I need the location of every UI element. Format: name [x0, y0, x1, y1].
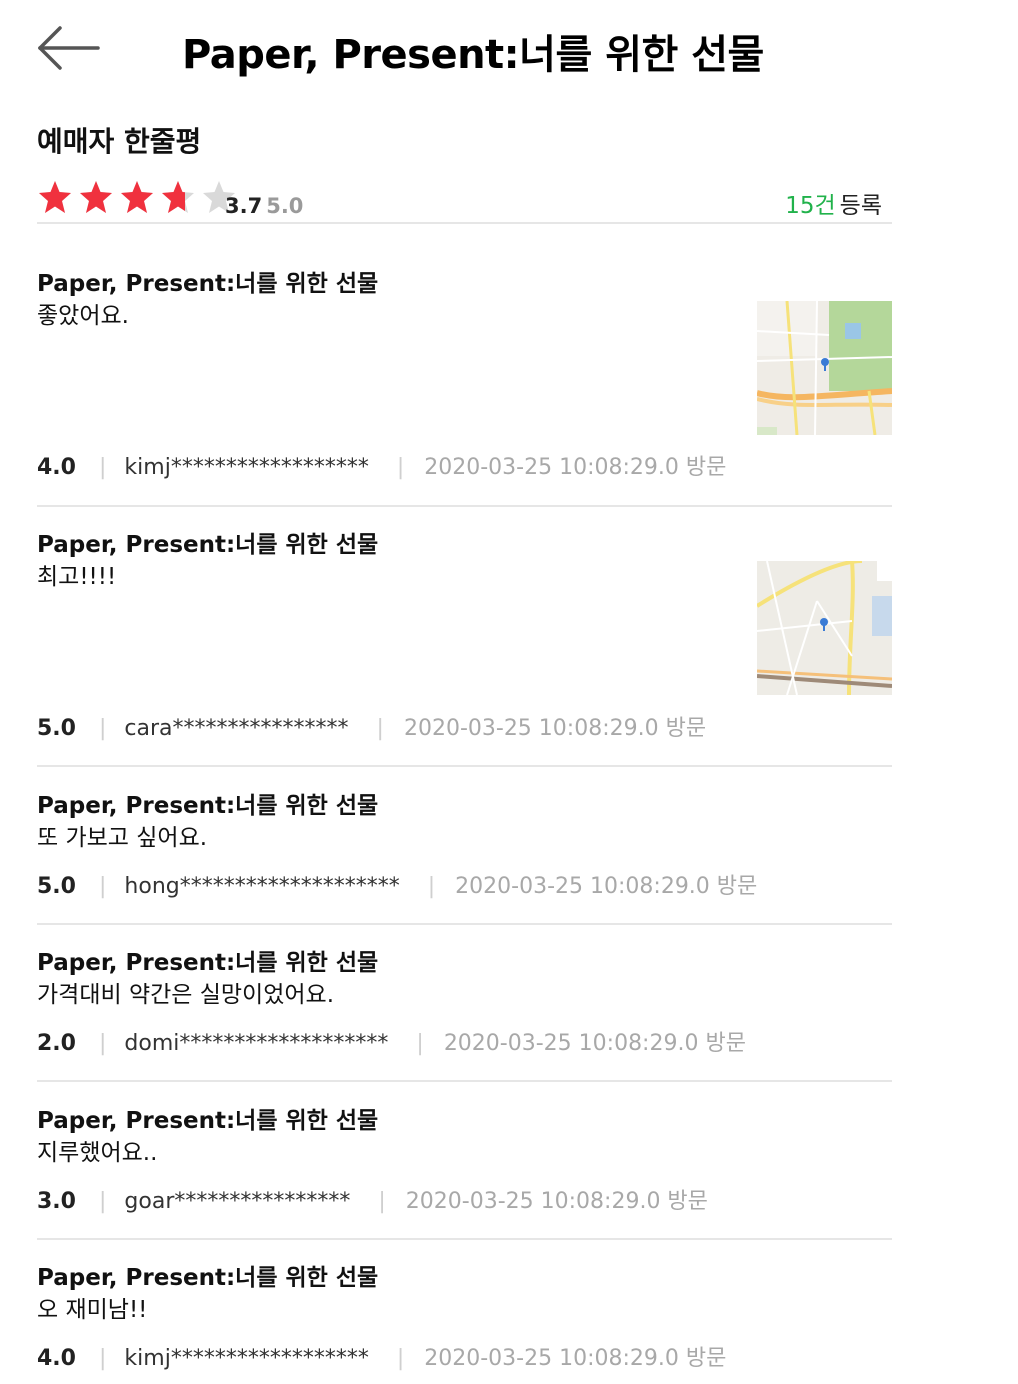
review-title: Paper, Present:너를 위한 선물: [37, 271, 379, 297]
review-user: kimj******************: [124, 455, 369, 480]
star-icon: [80, 181, 113, 213]
separator: |: [99, 1189, 107, 1214]
review-rating: 4.0: [37, 455, 76, 480]
separator: |: [99, 1031, 107, 1056]
review-user: goar****************: [124, 1189, 351, 1214]
review-title: Paper, Present:너를 위한 선물: [37, 1108, 379, 1134]
review-rating: 4.0: [37, 1346, 76, 1371]
separator: |: [376, 716, 384, 741]
separator: |: [99, 1346, 107, 1371]
review-body: 또 가보고 싶어요.: [37, 825, 208, 851]
section-title: 예매자 한줄평: [37, 125, 202, 158]
review-date: 2020-03-25 10:08:29.0 방문: [443, 1031, 746, 1056]
review-meta: 4.0 | kimj****************** | 2020-03-25 10…: [37, 1344, 726, 1374]
review-item[interactable]: Paper, Present:너를 위한 선물 좋았어요. 4.0 | kimj**…: [37, 268, 892, 488]
review-user: domi*******************: [124, 1031, 389, 1056]
review-item[interactable]: Paper, Present:너를 위한 선물 또 가보고 싶어요. 5.0 | h…: [37, 790, 892, 910]
separator: |: [427, 874, 436, 899]
review-date: 2020-03-25 10:08:29.0 방문: [424, 1346, 727, 1371]
review-date: 2020-03-25 10:08:29.0 방문: [424, 455, 727, 480]
page-title: Paper, Present:너를 위한 선물: [182, 32, 764, 78]
separator: |: [99, 716, 107, 741]
review-title: Paper, Present:너를 위한 선물: [37, 532, 379, 558]
review-date: 2020-03-25 10:08:29.0 방문: [455, 874, 758, 899]
review-user: hong********************: [124, 874, 400, 899]
separator: |: [99, 455, 107, 480]
map-thumbnail[interactable]: [757, 301, 892, 435]
review-user: kimj******************: [124, 1346, 369, 1371]
review-title: Paper, Present:너를 위한 선물: [37, 1265, 379, 1291]
review-date: 2020-03-25 10:08:29.0 방문: [405, 1189, 708, 1214]
review-meta: 4.0 | kimj****************** | 2020-03-25 10…: [37, 453, 726, 483]
divider: [37, 1080, 892, 1082]
star-icon: [39, 181, 71, 213]
star-icon: [121, 181, 154, 213]
review-count-number: 15건: [785, 193, 836, 219]
review-count-label: 등록: [839, 193, 882, 219]
review-body: 가격대비 약간은 실망이었어요.: [37, 982, 335, 1008]
star-half-icon: [162, 181, 195, 213]
score-value: 3.7: [225, 194, 263, 218]
max-score: 5.0: [266, 194, 304, 218]
review-meta: 3.0 | goar**************** | 2020-03-25 10:0…: [37, 1187, 708, 1217]
divider: [37, 222, 892, 224]
review-item[interactable]: Paper, Present:너를 위한 선물 최고!!!! 5.0 | cara*…: [37, 529, 892, 749]
review-user: cara****************: [124, 716, 349, 741]
star-rating: [37, 178, 237, 218]
separator: |: [416, 1031, 424, 1056]
review-rating: 5.0: [37, 716, 76, 741]
review-item[interactable]: Paper, Present:너를 위한 선물 가격대비 약간은 실망이었어요.…: [37, 947, 892, 1067]
review-title: Paper, Present:너를 위한 선물: [37, 793, 379, 819]
review-body: 오 재미남!!: [37, 1297, 148, 1323]
review-date: 2020-03-25 10:08:29.0 방문: [403, 716, 707, 741]
divider: [37, 765, 892, 767]
separator: |: [99, 874, 107, 899]
map-thumbnail[interactable]: [757, 561, 892, 695]
review-title: Paper, Present:너를 위한 선물: [37, 950, 379, 976]
review-meta: 2.0 | domi******************* | 2020-03-25 1…: [37, 1029, 746, 1059]
review-rating: 5.0: [37, 874, 76, 899]
review-meta: 5.0 | cara**************** | 2020-03-25 10:0…: [37, 714, 706, 744]
separator: |: [396, 1346, 405, 1371]
review-meta: 5.0 | hong******************** | 2020-03-25 …: [37, 872, 757, 902]
back-button[interactable]: [36, 24, 102, 72]
review-item[interactable]: Paper, Present:너를 위한 선물 지루했어요.. 3.0 | goar…: [37, 1105, 892, 1225]
review-rating: 3.0: [37, 1189, 76, 1214]
review-count: 15건 등록: [785, 186, 882, 220]
rating-summary: 3.7 5.0 15건 등록: [37, 178, 892, 222]
divider: [37, 923, 892, 925]
divider: [37, 1238, 892, 1240]
review-body: 지루했어요..: [37, 1140, 158, 1166]
divider: [37, 505, 892, 507]
review-rating: 2.0: [37, 1031, 76, 1056]
separator: |: [396, 455, 405, 480]
average-score: 3.7 5.0: [225, 194, 303, 218]
review-item[interactable]: Paper, Present:너를 위한 선물 오 재미남!! 4.0 | kimj…: [37, 1262, 892, 1382]
header: Paper, Present:너를 위한 선물: [0, 0, 1018, 100]
separator: |: [378, 1189, 386, 1214]
arrow-left-icon: [38, 26, 100, 70]
